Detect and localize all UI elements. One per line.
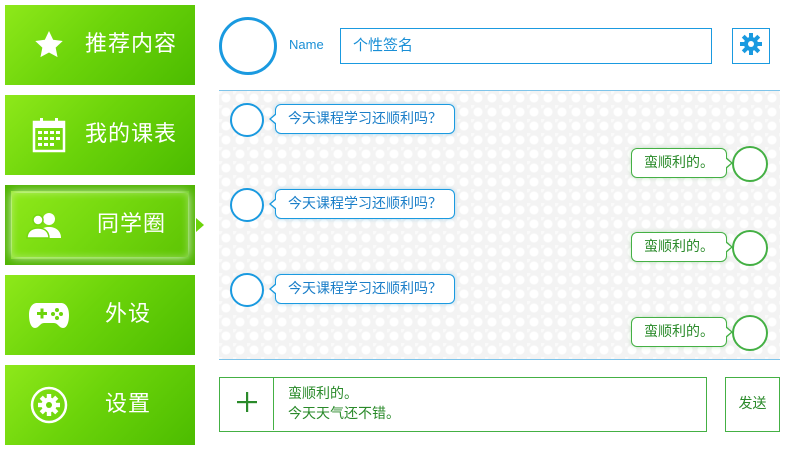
active-indicator-arrow	[196, 218, 204, 232]
sidebar-item-recommended[interactable]: 推荐内容	[5, 5, 195, 85]
sidebar-item-label: 推荐内容	[85, 32, 178, 57]
calendar-icon	[29, 117, 69, 153]
contact-avatar[interactable]	[230, 188, 264, 222]
gear-icon	[29, 386, 69, 424]
plus-icon	[236, 391, 258, 417]
settings-button[interactable]	[732, 28, 770, 64]
incoming-message-bubble: 今天课程学习还顺利吗？	[269, 104, 455, 134]
sidebar-item-label: 我的课表	[85, 122, 178, 147]
gamepad-icon	[29, 297, 69, 333]
outgoing-message-bubble: 蛮顺利的。	[631, 232, 733, 262]
send-button[interactable]: 发送	[725, 377, 780, 432]
avatar[interactable]	[219, 17, 277, 75]
message-composer[interactable]: 蛮顺利的。 今天天气还不错。	[219, 377, 707, 432]
star-icon	[29, 27, 69, 63]
gear-icon	[739, 32, 763, 60]
sidebar: 推荐内容 我的课表 同学圈 外设 设置	[0, 0, 204, 450]
contact-avatar[interactable]	[230, 273, 264, 307]
signature-input[interactable]: 个性签名	[340, 28, 712, 64]
app-window: 推荐内容 我的课表 同学圈 外设 设置 Name 个性签名 今天课程学习还顺利吗…	[0, 0, 800, 450]
sidebar-item-label: 外设	[105, 302, 152, 327]
message-input[interactable]: 蛮顺利的。 今天天气还不错。	[288, 384, 400, 424]
contact-avatar[interactable]	[230, 103, 264, 137]
incoming-message-bubble: 今天课程学习还顺利吗？	[269, 274, 455, 304]
outgoing-message-bubble: 蛮顺利的。	[631, 317, 733, 347]
sidebar-item-peripherals[interactable]: 外设	[5, 275, 195, 355]
chat-area[interactable]: 今天课程学习还顺利吗？ 蛮顺利的。 今天课程学习还顺利吗？ 蛮顺利的。 今天课程…	[219, 90, 780, 360]
sidebar-item-settings[interactable]: 设置	[5, 365, 195, 445]
user-avatar[interactable]	[732, 230, 768, 266]
message-input-line: 蛮顺利的。	[288, 386, 358, 402]
outgoing-message-bubble: 蛮顺利的。	[631, 148, 733, 178]
sidebar-item-classmates[interactable]: 同学圈	[5, 185, 195, 265]
add-attachment-button[interactable]	[220, 378, 274, 430]
name-label: Name	[289, 37, 324, 52]
user-avatar[interactable]	[732, 146, 768, 182]
message-input-line: 今天天气还不错。	[288, 406, 400, 422]
sidebar-item-schedule[interactable]: 我的课表	[5, 95, 195, 175]
sidebar-item-label: 同学圈	[97, 212, 167, 237]
incoming-message-bubble: 今天课程学习还顺利吗？	[269, 189, 455, 219]
user-avatar[interactable]	[732, 315, 768, 351]
people-icon	[25, 207, 65, 243]
sidebar-item-label: 设置	[105, 392, 152, 417]
